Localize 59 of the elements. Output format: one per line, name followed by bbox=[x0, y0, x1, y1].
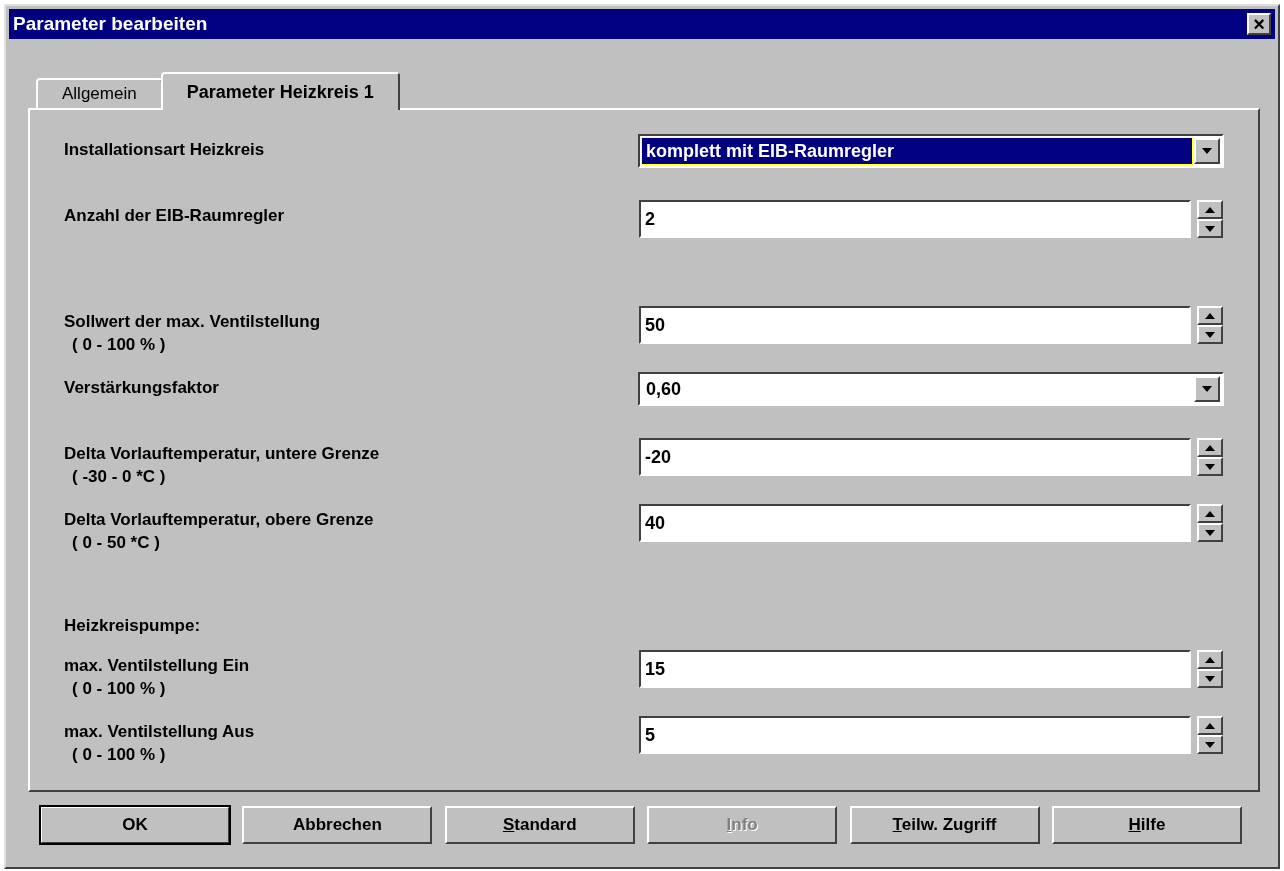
dropdown-button[interactable] bbox=[1194, 138, 1220, 164]
up-arrow-icon bbox=[1205, 444, 1215, 451]
up-arrow-icon bbox=[1205, 510, 1215, 517]
spin-down-button[interactable] bbox=[1197, 457, 1223, 476]
dropdown[interactable]: 0,60 bbox=[638, 372, 1224, 406]
down-arrow-icon bbox=[1202, 386, 1212, 392]
tab[interactable]: Parameter Heizkreis 1 bbox=[160, 72, 400, 110]
field-label: Sollwert der max. Ventilstellung bbox=[64, 312, 321, 332]
field-label: Delta Vorlauftemperatur, obere Grenze bbox=[64, 510, 375, 530]
field-label: Anzahl der EIB-Raumregler bbox=[64, 206, 286, 226]
up-arrow-icon bbox=[1205, 656, 1215, 663]
spin-down-button[interactable] bbox=[1197, 669, 1223, 688]
tab[interactable]: Allgemein bbox=[36, 78, 163, 108]
dropdown-button[interactable] bbox=[1194, 376, 1220, 402]
dialog-button[interactable]: Hilfe bbox=[1051, 806, 1242, 844]
down-arrow-icon bbox=[1205, 331, 1215, 338]
field-label: Installationsart Heizkreis bbox=[64, 140, 266, 160]
down-arrow-icon bbox=[1205, 741, 1215, 748]
dialog-button[interactable]: Teilw. Zugriff bbox=[849, 806, 1040, 844]
close-button[interactable]: × bbox=[1247, 13, 1271, 35]
range-hint: ( -30 - 0 *C ) bbox=[71, 467, 167, 487]
down-arrow-icon bbox=[1205, 529, 1215, 536]
spin-down-button[interactable] bbox=[1197, 325, 1223, 344]
dialog-button[interactable]: Abbrechen bbox=[242, 806, 433, 844]
number-field[interactable]: 15 bbox=[639, 650, 1191, 688]
dialog-button[interactable]: OK bbox=[40, 806, 230, 844]
number-field[interactable]: 50 bbox=[639, 306, 1191, 344]
up-arrow-icon bbox=[1205, 722, 1215, 729]
up-arrow-icon bbox=[1205, 206, 1215, 213]
spin-up-button[interactable] bbox=[1197, 504, 1223, 523]
field-label: Verstärkungsfaktor bbox=[64, 378, 220, 398]
down-arrow-icon bbox=[1202, 148, 1212, 154]
number-field[interactable]: 5 bbox=[639, 716, 1191, 754]
window-title: Parameter bearbeiten bbox=[13, 13, 208, 35]
number-field[interactable]: -20 bbox=[639, 438, 1191, 476]
spin-up-button[interactable] bbox=[1197, 438, 1223, 457]
down-arrow-icon bbox=[1205, 463, 1215, 470]
spin-up-button[interactable] bbox=[1197, 200, 1223, 219]
up-arrow-icon bbox=[1205, 312, 1215, 319]
spin-down-button[interactable] bbox=[1197, 735, 1223, 754]
down-arrow-icon bbox=[1205, 225, 1215, 232]
range-hint: ( 0 - 100 % ) bbox=[71, 335, 167, 355]
range-hint: ( 0 - 100 % ) bbox=[71, 679, 167, 699]
number-field[interactable]: 40 bbox=[639, 504, 1191, 542]
spin-down-button[interactable] bbox=[1197, 523, 1223, 542]
field-label: max. Ventilstellung Aus bbox=[64, 722, 256, 742]
spin-down-button[interactable] bbox=[1197, 219, 1223, 238]
field-label: Delta Vorlauftemperatur, untere Grenze bbox=[64, 444, 381, 464]
dropdown[interactable]: komplett mit EIB-Raumregler bbox=[638, 134, 1224, 168]
field-label: max. Ventilstellung Ein bbox=[64, 656, 251, 676]
spin-up-button[interactable] bbox=[1197, 716, 1223, 735]
number-field[interactable]: 2 bbox=[639, 200, 1191, 238]
spin-up-button[interactable] bbox=[1197, 306, 1223, 325]
spin-up-button[interactable] bbox=[1197, 650, 1223, 669]
range-hint: ( 0 - 100 % ) bbox=[71, 745, 167, 765]
down-arrow-icon bbox=[1205, 675, 1215, 682]
range-hint: ( 0 - 50 *C ) bbox=[71, 533, 161, 553]
dialog-button[interactable]: Standard bbox=[444, 806, 635, 844]
section-heading: Heizkreispumpe: bbox=[64, 616, 202, 636]
